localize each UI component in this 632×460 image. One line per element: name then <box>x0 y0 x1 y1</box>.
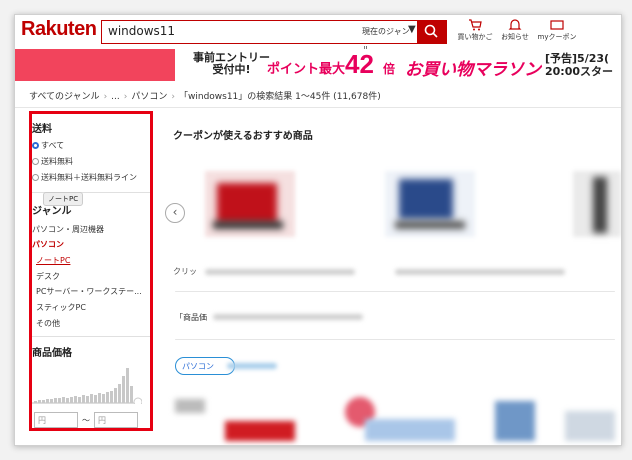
product-card[interactable] <box>563 161 621 247</box>
price-min-input[interactable]: 円 <box>34 412 78 428</box>
banner-left-block <box>15 49 175 81</box>
cart-label: 買い物かご <box>457 33 493 41</box>
breadcrumb: すべてのジャンル ›... › パソコン › 「windows11」の検索結果 1〜45件… <box>29 92 381 102</box>
banner-points-suffix: 倍 <box>383 62 396 76</box>
blurred-text <box>395 269 565 275</box>
campaign-banner[interactable]: 事前エントリー 受付中! ポイント最大 42 倍 お買い物マラソン [予告]5/… <box>15 49 621 81</box>
breadcrumb-item-all[interactable]: すべてのジャンル <box>29 92 100 102</box>
price-separator: 〜 <box>82 416 90 425</box>
breadcrumb-item-pc[interactable]: パソコン <box>131 92 167 102</box>
blurred-product-image <box>225 421 295 441</box>
tooltip: ノートPC <box>43 192 84 206</box>
banner-date: [予告]5/23( 20:00スター <box>545 52 614 78</box>
sort-label: 「商品価 <box>175 313 207 322</box>
chevron-down-icon: ▼ <box>408 24 416 35</box>
divider <box>32 336 150 337</box>
genre-select[interactable]: 現在のジャンル <box>362 23 414 54</box>
notifications-label: お知らせ <box>501 33 529 41</box>
blurred-text <box>205 269 355 275</box>
divider <box>175 339 615 340</box>
notifications-button[interactable]: お知らせ <box>495 19 535 42</box>
product-card[interactable] <box>195 161 307 247</box>
header: Rakuten windows11 現在のジャンル ▼ 買い物かご お知らせ m… <box>15 15 621 54</box>
coupon-section-title: クーポンが使えるおすすめ商品 <box>173 131 313 142</box>
filter-sidebar: 送料 すべて 送料無料 送料無料＋送料無料ライン ジャンル パソコン・周辺機器 … <box>29 111 153 431</box>
shipping-option-free-line[interactable]: 送料無料＋送料無料ライン <box>32 172 137 183</box>
blurred-text <box>213 314 363 320</box>
search-icon <box>424 24 438 38</box>
breadcrumb-item-ellipsis[interactable]: ... <box>111 92 120 102</box>
search-button[interactable] <box>417 20 447 44</box>
search-input[interactable]: windows11 <box>108 24 175 38</box>
banner-entry-text: 事前エントリー 受付中! <box>193 51 270 76</box>
genre-pc-peripherals[interactable]: パソコン・周辺機器 <box>32 224 104 235</box>
result-count: 「windows11」の検索結果 1〜45件 (11,678件) <box>179 92 381 102</box>
shipping-title: 送料 <box>32 124 52 135</box>
banner-points-prefix: ポイント最大 <box>267 62 346 77</box>
blurred-logo <box>175 399 205 413</box>
genre-desktop[interactable]: デスク <box>36 271 60 282</box>
bell-icon <box>508 19 522 30</box>
price-histogram <box>32 368 142 404</box>
price-title: 商品価格 <box>32 348 72 359</box>
pc-category-pill[interactable]: パソコン <box>175 357 235 375</box>
genre-stick-pc[interactable]: スティックPC <box>36 302 86 313</box>
blurred-product-image <box>565 411 615 441</box>
browser-frame: Rakuten windows11 現在のジャンル ▼ 買い物かご お知らせ m… <box>14 14 622 446</box>
blurred-text <box>227 363 277 369</box>
banner-points-value: 42 <box>345 49 374 79</box>
genre-other[interactable]: その他 <box>36 318 60 329</box>
main-content: クーポンが使えるおすすめ商品 ‹ クリッ 「商品価 パソコン <box>165 111 621 441</box>
genre-server[interactable]: PCサーバー・ワークステー... <box>36 286 142 297</box>
divider <box>15 107 621 108</box>
radio-selected-icon <box>32 142 39 149</box>
blurred-product-image <box>495 401 535 441</box>
genre-notebook[interactable]: ノートPC <box>36 255 70 266</box>
shipping-option-free[interactable]: 送料無料 <box>32 156 73 167</box>
price-max-input[interactable]: 円 <box>94 412 138 428</box>
shipping-option-all[interactable]: すべて <box>32 140 64 151</box>
radio-icon <box>32 158 39 165</box>
rakuten-logo[interactable]: Rakuten <box>21 18 97 41</box>
coupon-label: myクーポン <box>537 33 577 41</box>
blurred-product-image <box>365 419 455 441</box>
coupon-icon <box>550 20 564 30</box>
product-card[interactable] <box>375 161 487 247</box>
carousel-prev-button[interactable]: ‹ <box>165 203 185 223</box>
search-box[interactable]: windows11 現在のジャンル ▼ <box>101 20 419 54</box>
genre-pc[interactable]: パソコン <box>32 239 64 250</box>
price-slider-handle[interactable] <box>133 397 142 404</box>
coupon-button[interactable]: myクーポン <box>537 19 577 42</box>
radio-icon <box>32 174 39 181</box>
cart-button[interactable]: 買い物かご <box>455 19 495 42</box>
cart-icon <box>469 19 482 31</box>
divider <box>175 291 615 292</box>
card-caption: クリッ <box>173 267 197 276</box>
banner-campaign-title: お買い物マラソン <box>405 60 541 80</box>
